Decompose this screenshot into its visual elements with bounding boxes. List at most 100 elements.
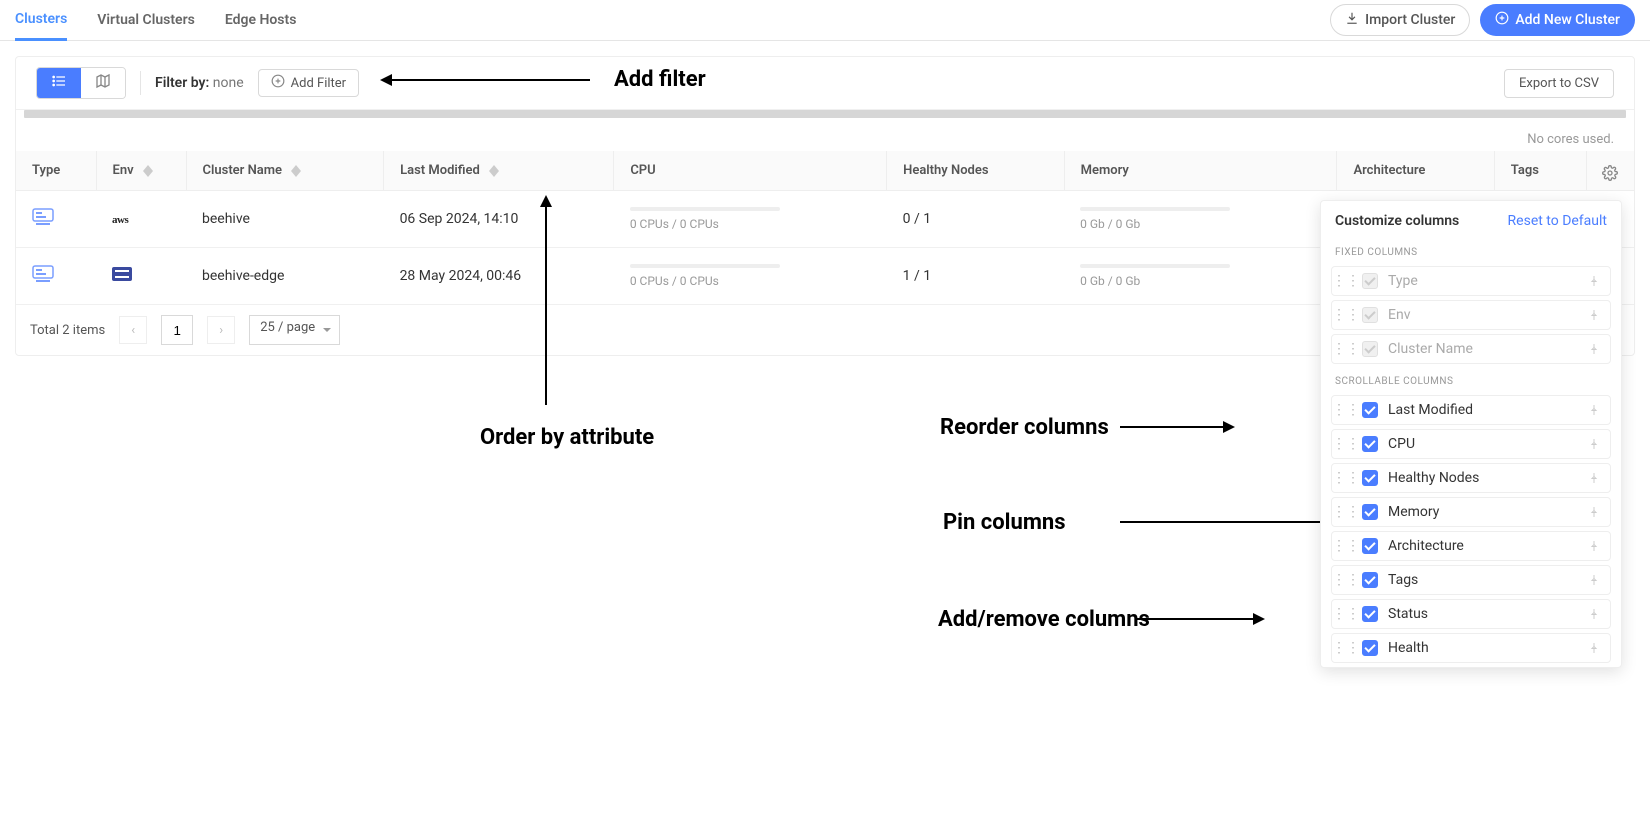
sort-icon — [143, 165, 153, 177]
drag-handle-icon[interactable]: ⋮⋮ — [1340, 402, 1352, 418]
col-memory[interactable]: Memory — [1064, 151, 1337, 191]
column-item-health[interactable]: ⋮⋮ Health — [1331, 633, 1611, 663]
col-lastmod-label: Last Modified — [400, 163, 480, 178]
drag-handle-icon[interactable]: ⋮⋮ — [1340, 504, 1352, 520]
reset-to-default-button[interactable]: Reset to Default — [1508, 213, 1607, 229]
col-architecture[interactable]: Architecture — [1337, 151, 1494, 191]
env-aws-icon: aws — [112, 214, 128, 226]
pin-icon[interactable] — [1586, 402, 1602, 418]
column-item-tags[interactable]: ⋮⋮ Tags — [1331, 565, 1611, 595]
checkbox[interactable] — [1362, 606, 1378, 622]
drag-handle-icon[interactable]: ⋮⋮ — [1340, 606, 1352, 622]
col-healthy-nodes[interactable]: Healthy Nodes — [887, 151, 1065, 191]
col-tags[interactable]: Tags — [1494, 151, 1586, 191]
add-filter-button[interactable]: Add Filter — [258, 69, 359, 97]
annotation-pin-columns: Pin columns — [943, 510, 1066, 535]
cluster-type-icon — [32, 208, 54, 226]
add-new-cluster-button[interactable]: Add New Cluster — [1480, 4, 1635, 36]
last-modified: 28 May 2024, 00:46 — [384, 248, 614, 305]
column-label: Env — [1388, 307, 1576, 323]
column-item-type[interactable]: ⋮⋮ Type — [1331, 266, 1611, 296]
col-cluster-name[interactable]: Cluster Name — [186, 151, 384, 191]
pin-icon[interactable] — [1586, 572, 1602, 588]
healthy-nodes: 0 / 1 — [887, 191, 1065, 248]
column-item-env[interactable]: ⋮⋮ Env — [1331, 300, 1611, 330]
plus-circle-icon — [271, 74, 285, 92]
memory-progress — [1080, 264, 1230, 268]
drag-handle-icon[interactable]: ⋮⋮ — [1340, 640, 1352, 656]
map-view-button[interactable] — [81, 68, 125, 98]
tab-virtual-clusters[interactable]: Virtual Clusters — [97, 0, 195, 41]
column-item-cluster-name[interactable]: ⋮⋮ Cluster Name — [1331, 334, 1611, 364]
filter-by-label: Filter by: — [155, 75, 209, 91]
tab-clusters[interactable]: Clusters — [15, 0, 67, 41]
memory-text: 0 Gb / 0 Gb — [1080, 217, 1321, 231]
column-label: Tags — [1388, 572, 1576, 588]
drag-handle-icon[interactable]: ⋮⋮ — [1340, 538, 1352, 554]
pin-icon[interactable] — [1586, 606, 1602, 622]
annotation-order-by-attribute: Order by attribute — [480, 425, 654, 450]
import-icon — [1345, 11, 1359, 29]
pin-icon[interactable] — [1586, 307, 1602, 323]
list-icon — [51, 73, 67, 93]
pin-icon[interactable] — [1586, 640, 1602, 656]
import-cluster-button[interactable]: Import Cluster — [1330, 4, 1470, 36]
drag-handle-icon[interactable]: ⋮⋮ — [1340, 273, 1352, 289]
pin-icon[interactable] — [1586, 470, 1602, 486]
drag-handle-icon[interactable]: ⋮⋮ — [1340, 436, 1352, 452]
cluster-name: beehive — [186, 191, 384, 248]
import-cluster-label: Import Cluster — [1365, 12, 1455, 28]
cpu-progress — [630, 264, 780, 268]
col-settings — [1586, 151, 1634, 191]
table-header-row: Type Env Cluster Name Last Mo — [16, 151, 1634, 191]
checkbox[interactable] — [1362, 436, 1378, 452]
annotation-add-remove-columns: Add/remove columns — [938, 607, 1150, 632]
next-page-button[interactable]: › — [207, 316, 235, 344]
arrow-reorder-columns — [1120, 419, 1235, 435]
column-item-status[interactable]: ⋮⋮ Status — [1331, 599, 1611, 629]
page-size-select[interactable]: 25 / page — [249, 315, 340, 345]
drag-handle-icon[interactable]: ⋮⋮ — [1340, 572, 1352, 588]
memory-progress — [1080, 207, 1230, 211]
list-view-button[interactable] — [37, 68, 81, 98]
total-items-label: Total 2 items — [30, 323, 105, 338]
page-input[interactable] — [161, 315, 193, 345]
col-env[interactable]: Env — [96, 151, 186, 191]
column-label: CPU — [1388, 436, 1576, 452]
pin-icon[interactable] — [1586, 504, 1602, 520]
export-csv-button[interactable]: Export to CSV — [1504, 69, 1614, 98]
cpu-progress — [630, 207, 780, 211]
toolbar: Filter by: none Add Filter Export to CSV — [16, 57, 1634, 110]
checkbox[interactable] — [1362, 402, 1378, 418]
pin-icon[interactable] — [1586, 538, 1602, 554]
col-last-modified[interactable]: Last Modified — [384, 151, 614, 191]
pin-icon[interactable] — [1586, 436, 1602, 452]
col-cpu[interactable]: CPU — [614, 151, 887, 191]
col-type[interactable]: Type — [16, 151, 96, 191]
customize-columns-button[interactable] — [1596, 159, 1624, 187]
drag-handle-icon[interactable]: ⋮⋮ — [1340, 470, 1352, 486]
checkbox[interactable] — [1362, 640, 1378, 656]
column-item-healthy-nodes[interactable]: ⋮⋮ Healthy Nodes — [1331, 463, 1611, 493]
drag-handle-icon[interactable]: ⋮⋮ — [1340, 341, 1352, 357]
pin-icon[interactable] — [1586, 341, 1602, 357]
checkbox[interactable] — [1362, 572, 1378, 588]
map-icon — [95, 73, 111, 93]
drag-handle-icon[interactable]: ⋮⋮ — [1340, 307, 1352, 323]
horizontal-scrollbar[interactable] — [24, 110, 1626, 118]
checkbox[interactable] — [1362, 538, 1378, 554]
prev-page-button[interactable]: ‹ — [119, 316, 147, 344]
checkbox[interactable] — [1362, 470, 1378, 486]
checkbox[interactable] — [1362, 504, 1378, 520]
column-label: Type — [1388, 273, 1576, 289]
column-item-architecture[interactable]: ⋮⋮ Architecture — [1331, 531, 1611, 561]
col-env-label: Env — [113, 163, 134, 178]
tab-edge-hosts[interactable]: Edge Hosts — [225, 0, 297, 41]
sort-icon — [291, 165, 301, 177]
column-item-memory[interactable]: ⋮⋮ Memory — [1331, 497, 1611, 527]
column-item-cpu[interactable]: ⋮⋮ CPU — [1331, 429, 1611, 459]
checkbox — [1362, 307, 1378, 323]
annotation-reorder-columns: Reorder columns — [940, 415, 1109, 440]
column-item-last-modified[interactable]: ⋮⋮ Last Modified — [1331, 395, 1611, 425]
pin-icon[interactable] — [1586, 273, 1602, 289]
